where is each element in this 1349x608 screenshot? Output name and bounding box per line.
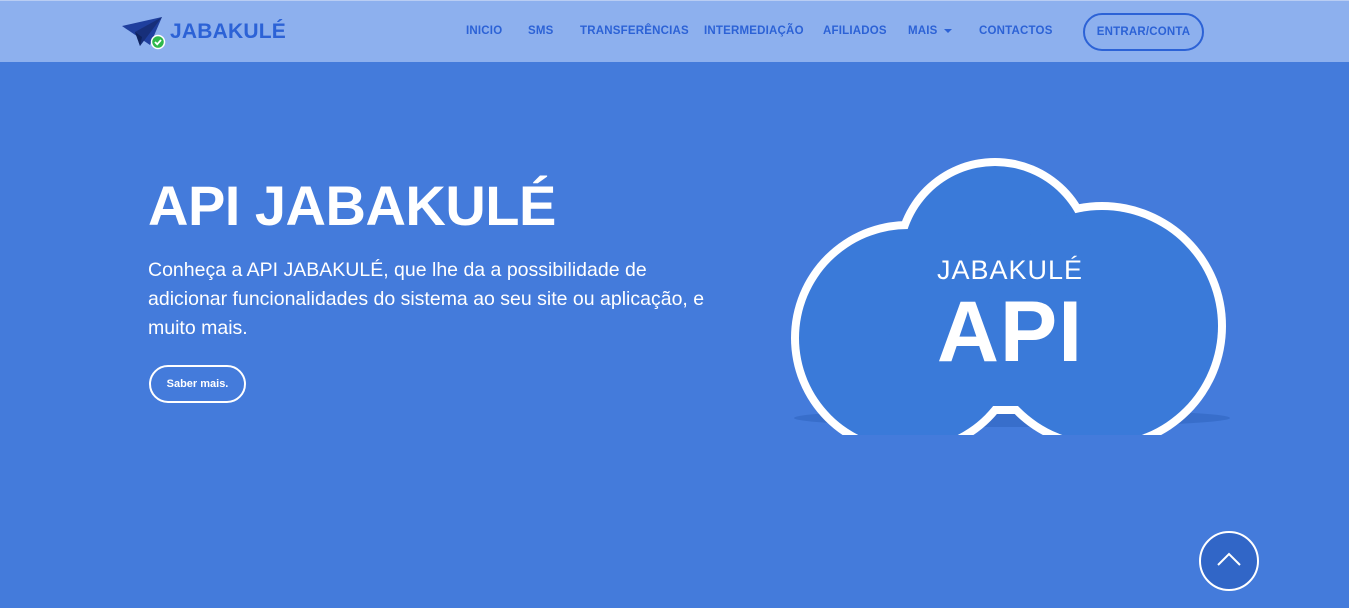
brand-logo-link[interactable]: JABAKULÉ [120, 13, 286, 51]
nav-item-transferencias[interactable]: TRANSFERÊNCIAS [580, 25, 689, 37]
nav-item-sms[interactable]: SMS [528, 25, 554, 37]
brand-name: JABAKULÉ [170, 20, 286, 43]
paper-plane-check-icon [120, 13, 166, 51]
nav-item-afiliados[interactable]: AFILIADOS [823, 25, 887, 37]
nav-item-intermediacao[interactable]: INTERMEDIAÇÃO [704, 25, 804, 37]
nav-item-inicio[interactable]: INICIO [466, 25, 502, 37]
api-cloud-illustration: JABAKULÉ API [780, 150, 1240, 435]
chevron-up-icon [1216, 551, 1242, 572]
caret-down-icon [943, 28, 952, 33]
learn-more-button[interactable]: Saber mais. [149, 365, 246, 403]
hero-description: Conheça a API JABAKULÉ, que lhe da a pos… [148, 259, 705, 339]
hero-title: API JABAKULÉ [148, 174, 556, 237]
nav-item-mais-label: MAIS [908, 25, 938, 37]
scroll-to-top-button[interactable] [1199, 531, 1259, 591]
nav-item-contactos[interactable]: CONTACTOS [979, 25, 1053, 37]
nav-item-mais[interactable]: MAIS [908, 25, 952, 37]
cloud-api-text: API [936, 284, 1084, 380]
top-navbar: JABAKULÉ INICIO SMS TRANSFERÊNCIAS INTER… [0, 0, 1349, 62]
login-account-button[interactable]: ENTRAR/CONTA [1083, 13, 1204, 51]
